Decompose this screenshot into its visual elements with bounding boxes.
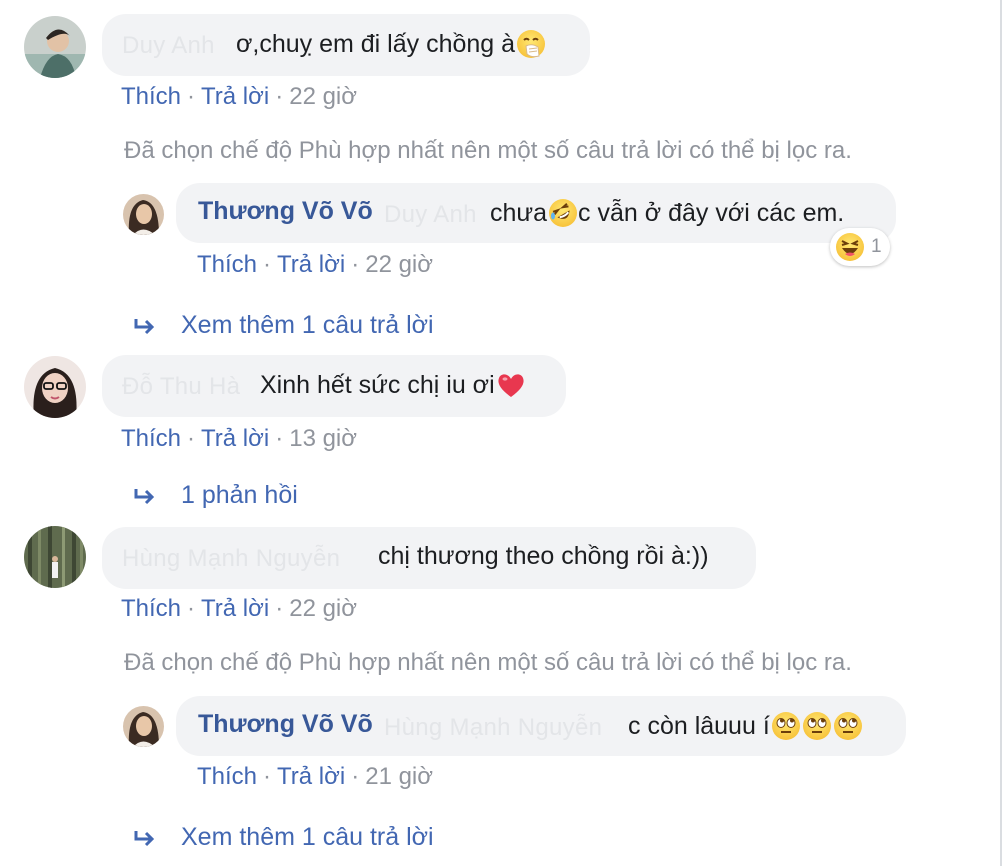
avatar[interactable] [123, 194, 164, 235]
eye-roll-icon [802, 711, 832, 741]
avatar[interactable] [24, 356, 86, 418]
avatar[interactable] [24, 16, 86, 78]
reply-link[interactable]: Trả lời [201, 83, 269, 110]
reply-actions: Thích · Trả lời · 21 giờ [197, 763, 433, 790]
like-link[interactable]: Thích [197, 251, 257, 278]
reply-link[interactable]: Trả lời [277, 251, 345, 278]
timestamp[interactable]: 21 giờ [365, 763, 433, 790]
hand-over-mouth-icon [516, 29, 546, 59]
comment-text: ơ,chuỵ em đi lấy chồng à [236, 29, 546, 59]
timestamp[interactable]: 22 giờ [289, 595, 357, 622]
eye-roll-icon [833, 711, 863, 741]
reply-link[interactable]: Trả lời [201, 425, 269, 452]
reaction-count-badge[interactable]: 1 [830, 228, 890, 266]
avatar[interactable] [24, 526, 86, 588]
reply-text: c còn lâuuu í [626, 711, 863, 741]
comment-actions: Thích · Trả lời · 22 giờ [121, 595, 357, 622]
reply-bubble: Thương Võ Võ Duy Anh chưa c vẫn ở đây vớ… [176, 183, 896, 243]
comment-actions: Thích · Trả lời · 13 giờ [121, 425, 357, 452]
view-more-replies-link[interactable]: Xem thêm 1 câu trả lời [133, 311, 434, 340]
comment-author[interactable]: Duy Anh [122, 32, 215, 60]
reply-bubble: Thương Võ Võ Hùng Mạnh Nguyễn c còn lâuu… [176, 696, 906, 756]
comment-author[interactable]: Đỗ Thu Hà [122, 373, 240, 401]
like-link[interactable]: Thích [121, 425, 181, 452]
like-link[interactable]: Thích [197, 763, 257, 790]
comment-bubble: Hùng Mạnh Nguyễn chị thương theo chồng r… [102, 527, 756, 589]
tagged-name[interactable]: Duy Anh [384, 201, 477, 229]
rofl-icon [548, 198, 578, 228]
timestamp[interactable]: 13 giờ [289, 425, 357, 452]
comment-text: chị thương theo chồng rồi à:)) [376, 542, 709, 571]
comment-text: Xinh hết sức chị iu ơi [260, 370, 526, 400]
eye-roll-icon [771, 711, 801, 741]
comment-author[interactable]: Hùng Mạnh Nguyễn [122, 545, 340, 573]
reply-link[interactable]: Trả lời [201, 595, 269, 622]
avatar[interactable] [123, 706, 164, 747]
comment-bubble: Đỗ Thu Hà Xinh hết sức chị iu ơi [102, 355, 566, 417]
comment-bubble: Duy Anh ơ,chuỵ em đi lấy chồng à [102, 14, 590, 76]
view-replies-link[interactable]: 1 phản hồi [133, 481, 298, 510]
view-more-replies-link[interactable]: Xem thêm 1 câu trả lời [133, 823, 434, 852]
reply-text: chưa c vẫn ở đây với các em. [490, 198, 845, 228]
reply-author[interactable]: Thương Võ Võ [198, 197, 373, 226]
laughing-icon [835, 232, 865, 262]
reply-arrow-icon [134, 830, 155, 846]
reply-actions: Thích · Trả lời · 22 giờ [197, 251, 433, 278]
filter-notice: Đã chọn chế độ Phù hợp nhất nên một số c… [124, 649, 852, 676]
like-link[interactable]: Thích [121, 83, 181, 110]
comment-actions: Thích · Trả lời · 22 giờ [121, 83, 357, 110]
like-link[interactable]: Thích [121, 595, 181, 622]
reply-author[interactable]: Thương Võ Võ [198, 710, 373, 739]
reply-arrow-icon [134, 488, 155, 504]
reply-link[interactable]: Trả lời [277, 763, 345, 790]
filter-notice: Đã chọn chế độ Phù hợp nhất nên một số c… [124, 137, 852, 164]
heart-icon [496, 370, 526, 400]
timestamp[interactable]: 22 giờ [289, 83, 357, 110]
timestamp[interactable]: 22 giờ [365, 251, 433, 278]
tagged-name[interactable]: Hùng Mạnh Nguyễn [384, 714, 602, 742]
reply-arrow-icon [134, 318, 155, 334]
